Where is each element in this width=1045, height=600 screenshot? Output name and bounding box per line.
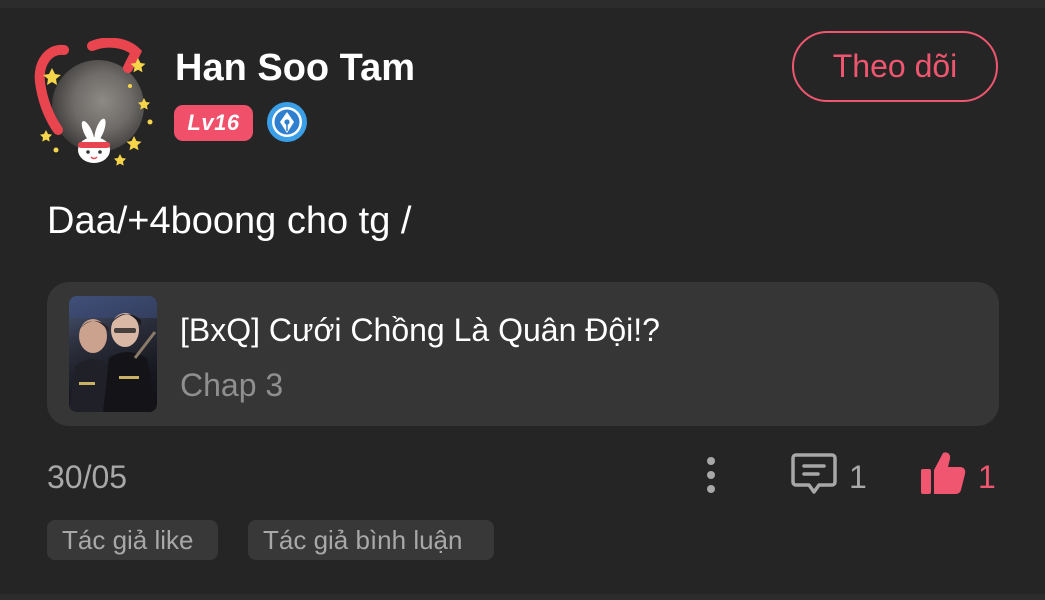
bottom-divider: [0, 594, 1045, 600]
tag-author-like: Tác giả like: [47, 520, 218, 560]
level-badge: Lv16: [174, 105, 253, 141]
follow-button[interactable]: Theo dõi: [792, 31, 998, 102]
pen-nib-badge-icon: [267, 102, 307, 142]
username[interactable]: Han Soo Tam: [175, 45, 415, 91]
avatar[interactable]: [34, 38, 160, 168]
comment-text: Daa/+4boong cho tg /: [47, 200, 412, 242]
comment-count: 1: [849, 459, 867, 495]
story-thumbnail: [69, 296, 157, 412]
comment-date: 30/05: [47, 459, 128, 495]
story-chapter: Chap 3: [180, 367, 284, 403]
comment-icon[interactable]: [790, 450, 838, 498]
tag-author-comment: Tác giả bình luận: [248, 520, 494, 560]
story-title: [BxQ] Cưới Chồng Là Quân Đội!?: [180, 312, 660, 348]
thumbs-up-icon[interactable]: [918, 448, 968, 498]
more-options-icon[interactable]: [696, 452, 726, 498]
avatar-frame-decoration: [34, 38, 153, 166]
linked-story-card[interactable]: [BxQ] Cưới Chồng Là Quân Đội!? Chap 3: [47, 282, 999, 426]
like-count: 1: [978, 459, 996, 495]
top-divider: [0, 0, 1045, 8]
